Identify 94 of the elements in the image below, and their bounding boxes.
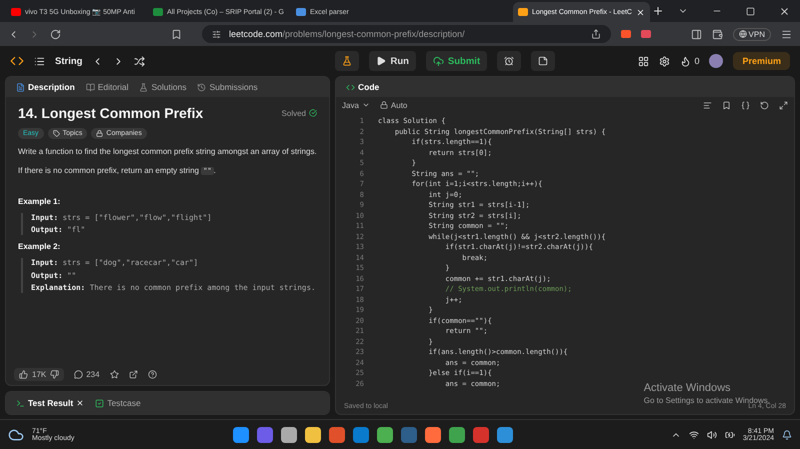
activation-title: Activate Windows	[644, 382, 732, 394]
tab-icon	[139, 82, 148, 92]
favorite-icon[interactable]	[110, 370, 119, 378]
submit-button[interactable]: Submit	[426, 51, 488, 71]
panel-tab[interactable]: Testcase	[91, 398, 145, 408]
site-settings-icon	[212, 30, 221, 38]
shuffle-icon[interactable]	[134, 56, 146, 66]
panel-tab[interactable]: Submissions	[193, 82, 262, 92]
description-text: Write a function to find the longest common prefix string amongst an array of strings.	[18, 146, 317, 158]
thumbs-down-icon[interactable]	[50, 370, 60, 378]
checkbox-icon	[95, 398, 104, 408]
sidebar-icon[interactable]	[690, 28, 702, 40]
alarm-clock-icon	[504, 56, 514, 66]
example-title: Example 2:	[18, 242, 62, 252]
wifi-icon[interactable]	[688, 430, 699, 440]
url-text: leetcode.com/problems/longest-common-prefix/description/	[229, 29, 465, 39]
panel-tab[interactable]: Test Result	[12, 398, 88, 408]
solved-status: Solved	[282, 108, 317, 118]
app-icon[interactable]	[280, 426, 297, 442]
help-icon[interactable]	[148, 370, 157, 378]
bookmark-icon[interactable]	[722, 100, 731, 110]
avatar[interactable]	[709, 54, 724, 68]
check-circle-icon	[309, 109, 317, 117]
maximize-icon[interactable]	[746, 6, 755, 16]
bookmark-icon[interactable]	[171, 28, 182, 40]
globe-icon	[738, 30, 747, 38]
auto-toggle[interactable]: Auto	[380, 100, 408, 110]
like-button[interactable]: 17K	[14, 368, 64, 380]
code-icon	[346, 82, 355, 92]
example-title: Example 1:	[18, 197, 62, 206]
panel-title: Code	[342, 82, 384, 92]
streak-counter[interactable]: 0	[680, 56, 700, 66]
lock-icon	[380, 101, 388, 109]
tag-icon	[52, 130, 60, 137]
comment-icon	[74, 370, 84, 378]
panel-tab[interactable]: Description	[12, 82, 79, 92]
activation-text: Go to Settings to activate Windows.	[644, 396, 770, 405]
problem-list-title[interactable]: String	[55, 56, 82, 66]
play-icon	[376, 56, 386, 66]
lock-icon	[96, 130, 104, 137]
cloud-upload-icon	[432, 56, 444, 66]
address-field[interactable]: leetcode.com/problems/longest-common-prefix/description/	[202, 25, 611, 43]
tab-icon	[16, 82, 25, 92]
app-icon[interactable]	[424, 426, 441, 442]
flame-icon	[680, 56, 692, 66]
favicon-icon	[296, 8, 306, 16]
tab-icon	[197, 82, 206, 92]
app-icon[interactable]	[448, 426, 465, 442]
terminal-icon	[16, 398, 25, 408]
timer-button[interactable]	[497, 51, 522, 71]
close-icon[interactable]	[779, 6, 790, 16]
favicon-icon	[11, 8, 21, 16]
thumbs-up-icon	[19, 370, 28, 378]
app-icon[interactable]	[376, 426, 393, 442]
logo-icon	[10, 54, 24, 68]
settings-icon[interactable]	[659, 56, 670, 66]
reset-icon[interactable]	[760, 100, 769, 110]
flask-icon	[342, 56, 352, 66]
format-icon[interactable]	[703, 100, 712, 110]
vpn-button[interactable]: VPN	[732, 28, 771, 40]
app-icon[interactable]	[232, 426, 249, 442]
volume-icon[interactable]	[706, 430, 717, 440]
menu-icon[interactable]	[781, 28, 792, 40]
new-tab-icon[interactable]	[652, 5, 664, 17]
favicon-icon	[153, 8, 163, 16]
wallet-icon[interactable]	[712, 28, 723, 40]
layout-icon[interactable]	[638, 56, 650, 66]
notification-icon[interactable]	[782, 430, 792, 440]
share-icon[interactable]	[128, 370, 138, 378]
braces-icon[interactable]	[741, 100, 750, 110]
run-button[interactable]: Run	[369, 51, 416, 71]
list-icon[interactable]	[34, 56, 45, 66]
panel-tab[interactable]: Solutions	[135, 82, 190, 92]
favicon-icon	[518, 8, 528, 16]
comments-button[interactable]: 234	[74, 370, 100, 378]
battery-icon[interactable]	[724, 430, 735, 440]
app-icon[interactable]	[304, 426, 321, 442]
app-icon[interactable]	[328, 426, 345, 442]
weather-icon	[8, 426, 24, 442]
note-icon	[538, 56, 548, 66]
panel-tab[interactable]: Editorial	[82, 82, 132, 92]
app-icon[interactable]	[496, 426, 513, 442]
premium-button[interactable]: Premium	[733, 52, 790, 70]
debug-button[interactable]	[335, 51, 360, 71]
chevron-down-icon	[362, 101, 370, 109]
expand-icon[interactable]	[779, 100, 788, 110]
problem-title: 14. Longest Common Prefix	[18, 105, 204, 121]
language-select[interactable]: Java	[342, 100, 370, 110]
close-icon[interactable]	[76, 399, 84, 407]
reload-icon[interactable]	[50, 28, 61, 40]
close-icon[interactable]	[636, 8, 645, 16]
tab-icon	[86, 82, 95, 92]
share-icon	[590, 29, 601, 39]
notes-button[interactable]	[531, 51, 556, 71]
